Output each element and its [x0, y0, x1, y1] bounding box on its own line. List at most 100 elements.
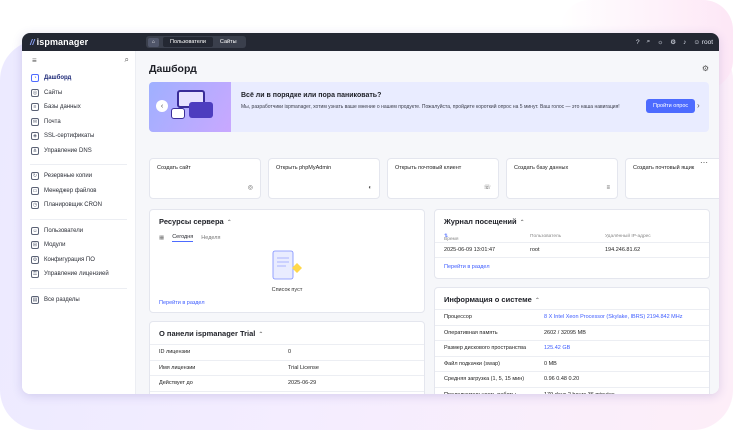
tab-week[interactable]: Неделя	[201, 235, 220, 241]
sidebar-group: ☺ Пользователи ⊞ Модули ⚙ Конфигурация ПО ⚿ Упр…	[22, 222, 135, 286]
sidebar-item[interactable]: ⋔ Управление DNS	[22, 144, 135, 159]
sidebar-item[interactable]: ◈ SSL-сертификаты	[22, 129, 135, 144]
panel-title[interactable]: О панели ispmanager Trial ⌃	[159, 329, 263, 338]
sidebar-item-label: Конфигурация ПО	[44, 256, 95, 263]
row-value-link[interactable]: 125.42 GB	[544, 345, 570, 351]
sidebar-item-label: Все разделы	[44, 296, 80, 303]
logo-text: ispmanager	[36, 37, 89, 47]
globe-icon: ◎	[31, 88, 39, 97]
visit-log-panel: Журнал посещений ⌃ Время ⇅ Пользователь У…	[434, 209, 710, 279]
dashboard-icon: ◔	[31, 74, 39, 83]
quick-actions: Создать сайт ◎ Открыть phpMyAdmin ◐ Открыть …	[149, 158, 719, 199]
menu-icon[interactable]: ≡	[32, 56, 37, 65]
sidebar-item[interactable]: ◷ Планировщик CRON	[22, 198, 135, 213]
app-window: //ispmanager ⌂ Пользователи Сайты ? ⌕ ☼ …	[22, 33, 719, 394]
sidebar-item[interactable]: ⚿ Управление лицензией	[22, 267, 135, 282]
table-row: Оперативная память 2602 / 32095 MB	[435, 324, 709, 341]
gear-icon[interactable]: ⚙	[702, 64, 709, 73]
sidebar-item[interactable]: ▭ Менеджер файлов	[22, 184, 135, 199]
row-value: 2602 / 32095 MB	[544, 329, 586, 336]
tab-today[interactable]: Сегодня	[172, 234, 194, 242]
table-row: Имя лицензии Trial License	[150, 359, 424, 375]
sidebar-item[interactable]: ▤ Все разделы	[22, 293, 135, 308]
settings-icon[interactable]: ⚙	[670, 38, 676, 46]
survey-button[interactable]: Пройти опрос	[646, 99, 696, 113]
top-icons: ? ⌕ ☼ ⚙ ♪ ☺ root	[636, 33, 713, 51]
folder-icon: ▭	[31, 186, 39, 195]
column-header-ip[interactable]: Удалённый IP-адрес	[605, 234, 651, 239]
cell-ip: 194.246.81.62	[605, 247, 641, 253]
modules-icon: ⊞	[31, 241, 39, 250]
tab-sites[interactable]: Сайты	[213, 37, 244, 47]
table-row: Продолжительность работы 179 days 2 hours…	[435, 386, 709, 395]
help-icon[interactable]: ?	[636, 39, 640, 46]
search-icon[interactable]: ⌕	[647, 38, 651, 46]
panel-title[interactable]: Информация о системе ⌃	[444, 295, 540, 304]
banner-title: Всё ли в порядке или пора паниковать?	[241, 92, 382, 99]
sidebar-item[interactable]: ◔ Дашборд	[22, 71, 135, 86]
mail-icon: ✉	[31, 117, 39, 126]
main-content: Дашборд ⚙ ‹ Всё ли в порядке или пора па…	[136, 51, 719, 394]
panel-title[interactable]: Журнал посещений ⌃	[444, 217, 525, 226]
quick-action-card[interactable]: Создать сайт ◎	[149, 158, 261, 199]
sidebar-item-label: Дашборд	[44, 75, 72, 82]
empty-state-text: Список пуст	[271, 287, 303, 293]
column-header-time[interactable]: Время ⇅	[444, 234, 458, 242]
sidebar-item-label: Сайты	[44, 89, 63, 96]
config-icon: ⚙	[31, 255, 39, 264]
license-panel: О панели ispmanager Trial ⌃ ID лицензии 0 И…	[149, 321, 425, 394]
tab-users[interactable]: Пользователи	[163, 37, 213, 47]
theme-icon[interactable]: ☼	[657, 39, 663, 46]
sidebar-nav: ◔ Дашборд ◎ Сайты ≡ Базы данных ✉ Почта ◈ SSL-сер…	[22, 69, 135, 311]
table-row: Файл подкачки (swap) 0 MB	[435, 355, 709, 372]
chevron-up-icon: ⌃	[519, 220, 525, 226]
row-key: ID лицензии	[159, 349, 191, 355]
sidebar-item[interactable]: ≡ Базы данных	[22, 100, 135, 115]
quick-action-label: Открыть почтовый клиент	[395, 165, 462, 171]
empty-list-illustration	[272, 250, 302, 280]
home-icon[interactable]: ⌂	[148, 37, 159, 47]
sidebar-item[interactable]: ◎ Сайты	[22, 86, 135, 101]
logo-mark-icon: //	[30, 37, 35, 47]
sidebar-item[interactable]: ⊞ Модули	[22, 238, 135, 253]
sidebar-item[interactable]: ⚙ Конфигурация ПО	[22, 253, 135, 268]
bell-icon[interactable]: ♪	[683, 39, 686, 46]
phpmyadmin-icon: ◐	[368, 185, 372, 191]
panel-title-text: Журнал посещений	[444, 217, 517, 226]
table-row: 2025-06-09 13:01:47 root 194.246.81.62	[435, 244, 709, 258]
column-header-user[interactable]: Пользователь	[530, 234, 561, 239]
row-key: Размер дискового пространства	[444, 345, 527, 351]
go-to-section-link[interactable]: Перейти в раздел	[159, 300, 205, 306]
row-key: Продолжительность работы	[444, 392, 516, 395]
panel-title-text: Ресурсы сервера	[159, 217, 224, 226]
sidebar-item-label: Управление DNS	[44, 147, 92, 154]
go-to-section-link[interactable]: Перейти в раздел	[444, 264, 490, 270]
logo[interactable]: //ispmanager	[22, 37, 146, 47]
user-menu[interactable]: ☺ root	[693, 39, 713, 46]
sidebar-group: ◔ Дашборд ◎ Сайты ≡ Базы данных ✉ Почта ◈ SSL-сер…	[22, 69, 135, 162]
more-icon[interactable]: ⋯	[700, 158, 708, 167]
sidebar-item[interactable]: ☺ Пользователи	[22, 224, 135, 239]
table-row: Процессор 8 X Intel Xeon Processor (Skyla…	[435, 309, 709, 325]
sidebar-item-label: Управление лицензией	[44, 271, 109, 278]
quick-action-card[interactable]: Открыть phpMyAdmin ◐	[268, 158, 380, 199]
quick-action-card[interactable]: Создать базу данных ≡	[506, 158, 618, 199]
calendar-icon[interactable]: ▦	[159, 235, 164, 241]
sidebar-item-label: Почта	[44, 118, 61, 125]
server-resources-panel: Ресурсы сервера ⌃ ▦ Сегодня Неделя Список…	[149, 209, 425, 313]
period-tabs: ▦ Сегодня Неделя	[159, 234, 220, 242]
table-header: Время ⇅ Пользователь Удалённый IP-адрес	[435, 231, 709, 243]
search-icon[interactable]: ⌕	[125, 55, 129, 65]
carousel-next-icon[interactable]: ›	[697, 101, 700, 110]
column-label: Время	[444, 237, 459, 242]
banner-text: Мы, разработчики ispmanager, хотим узнат…	[241, 104, 620, 110]
sidebar-item[interactable]: ↻ Резервные копии	[22, 169, 135, 184]
database-icon: ≡	[606, 185, 610, 191]
quick-action-card[interactable]: Открыть почтовый клиент ☏	[387, 158, 499, 199]
panel-title[interactable]: Ресурсы сервера ⌃	[159, 217, 232, 226]
license-icon: ⚿	[31, 270, 39, 279]
carousel-prev-icon[interactable]: ‹	[156, 100, 168, 112]
row-value-link[interactable]: 8 X Intel Xeon Processor (Skylake, IBRS)…	[544, 314, 682, 320]
row-key: Процессор	[444, 314, 472, 320]
sidebar-item[interactable]: ✉ Почта	[22, 115, 135, 130]
